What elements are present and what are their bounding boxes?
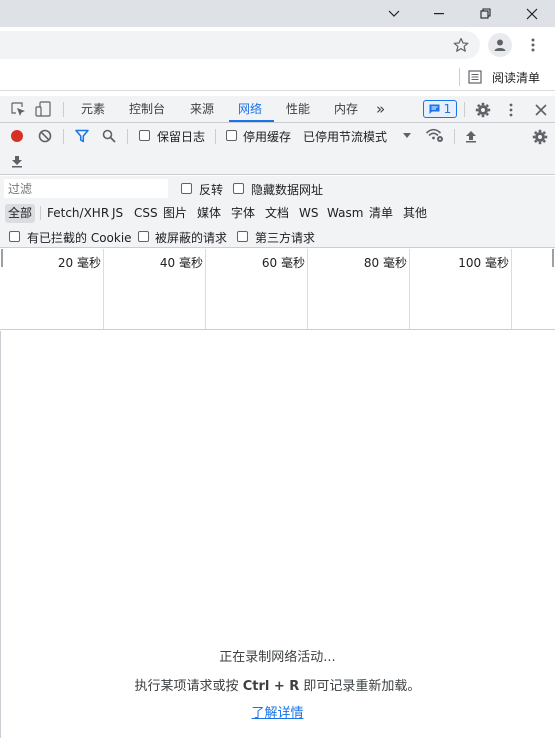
type-filter-media[interactable]: 媒体 [197, 204, 221, 223]
invert-label: 反转 [199, 183, 224, 197]
tab-elements[interactable]: 元素 [81, 96, 105, 122]
reload-hint-prefix: 执行某项请求或按 [134, 679, 239, 694]
tab-performance[interactable]: 性能 [286, 96, 310, 122]
network-conditions-icon[interactable] [425, 127, 444, 143]
divider [63, 129, 64, 144]
divider [464, 102, 465, 117]
timeline-tick-label: 80 毫秒 [363, 256, 407, 270]
network-settings-gear-icon[interactable] [531, 128, 548, 145]
device-toolbar-icon[interactable] [35, 101, 51, 117]
divider [63, 102, 64, 117]
timeline-handle-left[interactable] [1, 249, 3, 267]
type-filter-all[interactable]: 全部 [5, 204, 36, 223]
blocked-requests-label: 被屏蔽的请求 [155, 231, 228, 245]
window-titlebar [0, 0, 555, 27]
type-filter-font[interactable]: 字体 [231, 204, 255, 223]
tab-sources[interactable]: 来源 [190, 96, 214, 122]
reload-hint-suffix: 即可记录重新加载。 [303, 679, 421, 694]
timeline-handle-right[interactable] [552, 249, 554, 267]
disable-cache-label: 停用缓存 [243, 130, 292, 144]
search-icon[interactable] [102, 129, 116, 143]
recording-status: 正在录制网络活动... [219, 650, 336, 665]
divider [454, 129, 455, 144]
throttling-select[interactable]: 已停用节流模式 [303, 126, 417, 146]
preserve-log-checkbox[interactable] [139, 130, 150, 141]
tab-console[interactable]: 控制台 [129, 96, 165, 122]
more-vert-icon[interactable] [525, 36, 541, 54]
close-devtools-icon[interactable] [533, 102, 548, 117]
divider [127, 129, 128, 144]
type-filter-wasm[interactable]: Wasm [327, 204, 363, 223]
chevron-down-icon[interactable] [371, 0, 417, 27]
timeline-tick-label: 100 毫秒 [458, 256, 509, 270]
timeline-gridline [103, 249, 104, 329]
third-party-label: 第三方请求 [255, 231, 316, 245]
type-filter-css[interactable]: CSS [134, 204, 158, 223]
timeline-tick-label: 20 毫秒 [57, 256, 101, 270]
type-filter-img[interactable]: 图片 [163, 204, 187, 223]
timeline-tick-label: 40 毫秒 [159, 256, 203, 270]
divider [40, 206, 41, 220]
tab-memory[interactable]: 内存 [334, 96, 358, 122]
type-filter-ws[interactable]: WS [299, 204, 318, 223]
filter-input[interactable] [4, 179, 168, 198]
divider [215, 129, 216, 144]
type-filter-js[interactable]: JS [112, 204, 123, 223]
timeline-overview[interactable]: 20 毫秒 40 毫秒 60 毫秒 80 毫秒 100 毫秒 [0, 249, 555, 330]
hide-data-urls-label: 隐藏数据网址 [251, 183, 324, 197]
tab-network[interactable]: 网络 [238, 96, 262, 122]
type-filter-manifest[interactable]: 清单 [369, 204, 393, 223]
issues-button[interactable]: 1 [423, 100, 457, 118]
message-icon [429, 104, 440, 114]
import-har-icon[interactable] [464, 129, 477, 143]
record-icon[interactable] [11, 130, 23, 142]
timeline-gridline [409, 249, 410, 329]
devtools-tabbar: 元素 控制台 来源 网络 性能 内存 » 1 [0, 96, 555, 123]
reload-hint: 执行某项请求或按 Ctrl + R 即可记录重新加载。 [0, 675, 555, 694]
profile-avatar-icon[interactable] [488, 33, 512, 57]
clear-icon[interactable] [38, 129, 52, 143]
timeline-gridline [205, 249, 206, 329]
settings-gear-icon[interactable] [474, 101, 491, 118]
learn-more-row: 了解详情 [0, 702, 555, 721]
reload-shortcut: Ctrl + R [242, 679, 300, 694]
throttling-value: 已停用节流模式 [303, 129, 388, 144]
timeline-tick-label: 60 毫秒 [261, 256, 305, 270]
export-har-icon[interactable] [10, 154, 23, 168]
timeline-gridline [307, 249, 308, 329]
invert-checkbox[interactable] [181, 183, 192, 194]
filter-icon[interactable] [75, 129, 89, 143]
reading-list-button[interactable]: 阅读清单 [468, 66, 540, 88]
dropdown-arrow-icon [403, 133, 412, 138]
third-party-checkbox[interactable] [237, 231, 248, 242]
type-filter-fetch-xhr[interactable]: Fetch/XHR [47, 204, 109, 223]
reading-list-label: 阅读清单 [492, 70, 541, 85]
type-filter-other[interactable]: 其他 [403, 204, 427, 223]
hide-data-urls-checkbox[interactable] [233, 183, 244, 194]
network-toolbar: 保留日志 停用缓存 已停用节流模式 [0, 123, 555, 175]
more-vert-icon[interactable] [505, 101, 517, 118]
learn-more-link[interactable]: 了解详情 [251, 706, 303, 721]
address-bar[interactable] [0, 31, 480, 59]
star-icon[interactable] [451, 36, 471, 54]
blocked-requests-checkbox[interactable] [138, 231, 149, 242]
reading-list-icon [468, 70, 482, 84]
issues-count: 1 [443, 102, 452, 116]
close-icon[interactable] [509, 0, 555, 27]
blocked-cookies-label: 有已拦截的 Cookie [27, 231, 132, 245]
active-tab-indicator [229, 120, 274, 122]
divider [459, 68, 460, 86]
minimize-icon[interactable] [417, 0, 463, 27]
inspect-element-icon[interactable] [10, 101, 26, 117]
restore-icon[interactable] [463, 0, 509, 27]
disable-cache-checkbox[interactable] [226, 130, 237, 141]
preserve-log-label: 保留日志 [157, 130, 206, 144]
more-tabs-button[interactable]: » [376, 96, 385, 122]
blocked-cookies-checkbox[interactable] [9, 231, 20, 242]
timeline-gridline [511, 249, 512, 329]
type-filter-doc[interactable]: 文档 [265, 204, 289, 223]
